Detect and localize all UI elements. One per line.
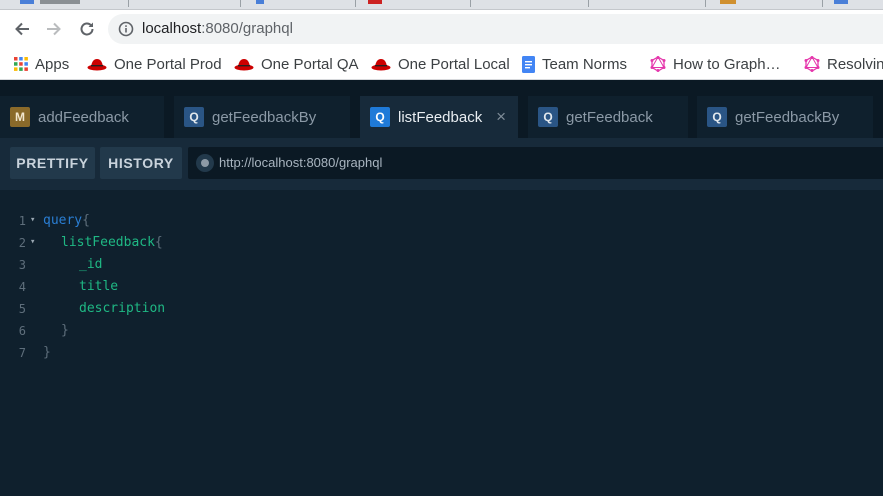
bookmark-one-portal-prod[interactable]: One Portal Prod — [87, 53, 222, 75]
brace-token: { — [82, 213, 90, 228]
brace-token: { — [154, 235, 163, 250]
browser-toolbar: localhost:8080/graphql — [0, 10, 883, 48]
bookmark-label: One Portal Local — [398, 55, 510, 73]
tab-label: addFeedback — [38, 108, 129, 126]
tab-title-fragment — [40, 0, 80, 4]
code-line: 2 ▾ listFeedback{ — [0, 233, 883, 255]
apps-grid-icon — [14, 57, 28, 71]
bookmark-label: How to Graph… — [673, 55, 781, 73]
playground-toolbar: PRETTIFY HISTORY http://localhost:8080/g… — [0, 138, 883, 190]
field-token: _id — [79, 257, 103, 272]
field-token: listFeedback — [61, 235, 155, 250]
brace-token: } — [61, 323, 69, 338]
endpoint-url: http://localhost:8080/graphql — [219, 155, 383, 170]
code-line: 6 } — [0, 321, 883, 343]
url-text: localhost:8080/graphql — [142, 20, 293, 37]
bookmarks-bar: Apps One Portal Prod One Portal QA One P… — [0, 48, 883, 80]
code-line: 7 } — [0, 343, 883, 365]
url-path: :8080/graphql — [201, 20, 293, 37]
graphql-icon — [804, 56, 820, 72]
forward-button[interactable] — [41, 16, 67, 42]
bookmark-one-portal-local[interactable]: One Portal Local — [371, 53, 510, 75]
tab-separator — [240, 0, 241, 7]
fold-arrow-icon[interactable]: ▾ — [30, 237, 35, 247]
query-badge: Q — [707, 107, 727, 127]
line-number: 6 — [18, 324, 26, 338]
bookmark-team-norms[interactable]: Team Norms — [522, 53, 627, 75]
code-line: 3 _id — [0, 255, 883, 277]
tab-favicon-fragment — [834, 0, 848, 4]
connection-status-icon — [196, 154, 214, 172]
field-token: title — [79, 279, 119, 294]
tab-label: getFeedback — [566, 108, 653, 126]
tab-favicon-fragment — [368, 0, 382, 4]
field-token: description — [79, 301, 166, 316]
code-line: 5 description — [0, 299, 883, 321]
query-badge: Q — [370, 107, 390, 127]
tab-separator — [470, 0, 471, 7]
tab-label: getFeedbackBy — [735, 108, 840, 126]
redhat-icon — [234, 59, 254, 71]
tab-favicon-fragment — [720, 0, 736, 4]
line-number: 2 — [18, 236, 26, 250]
forward-arrow-icon — [47, 22, 61, 36]
bookmark-label: One Portal Prod — [114, 55, 222, 73]
url-host: localhost — [142, 20, 202, 37]
close-tab-icon[interactable]: × — [496, 108, 506, 126]
line-number: 7 — [18, 346, 26, 360]
bookmark-apps[interactable]: Apps — [14, 53, 69, 75]
address-bar[interactable]: localhost:8080/graphql — [108, 14, 883, 44]
bookmark-label: Resolvin — [827, 55, 883, 73]
query-badge: Q — [184, 107, 204, 127]
tab-listfeedback[interactable]: Q listFeedback × — [360, 96, 518, 138]
tab-favicon-fragment — [20, 0, 34, 4]
prettify-button[interactable]: PRETTIFY — [10, 147, 95, 179]
tab-separator — [588, 0, 589, 7]
tab-favicon-fragment — [256, 0, 264, 4]
graphql-icon — [650, 56, 666, 72]
tab-separator — [705, 0, 706, 7]
bookmark-label: Team Norms — [542, 55, 628, 73]
bookmark-label: One Portal QA — [261, 55, 359, 73]
tab-getfeedbackby[interactable]: Q getFeedbackBy — [174, 96, 350, 138]
reload-icon — [80, 22, 94, 36]
endpoint-input[interactable]: http://localhost:8080/graphql — [188, 147, 883, 179]
code-line: 1 ▾ query{ — [0, 211, 883, 233]
back-arrow-icon — [15, 22, 29, 36]
tab-separator — [822, 0, 823, 7]
playground-tab-bar: M addFeedback Q getFeedbackBy Q listFeed… — [0, 80, 883, 138]
line-number: 1 — [18, 214, 26, 228]
tab-addfeedback[interactable]: M addFeedback — [0, 96, 164, 138]
bookmark-label: Apps — [35, 55, 70, 73]
info-icon[interactable] — [118, 21, 134, 37]
line-number: 5 — [18, 302, 26, 316]
browser-tab-strip — [0, 0, 883, 10]
fold-arrow-icon[interactable]: ▾ — [30, 215, 35, 225]
tab-getfeedback[interactable]: Q getFeedback — [528, 96, 688, 138]
tab-getfeedbackby-2[interactable]: Q getFeedbackBy — [697, 96, 873, 138]
redhat-icon — [371, 59, 391, 71]
mutation-badge: M — [10, 107, 30, 127]
back-button[interactable] — [9, 16, 35, 42]
reload-button[interactable] — [74, 16, 100, 42]
tab-separator — [355, 0, 356, 7]
brace-token: } — [43, 345, 51, 360]
google-docs-icon — [522, 55, 535, 73]
line-number: 3 — [18, 258, 26, 272]
tab-label: listFeedback — [398, 108, 483, 126]
tab-label: getFeedbackBy — [212, 108, 317, 126]
bookmark-one-portal-qa[interactable]: One Portal QA — [234, 53, 359, 75]
query-editor[interactable]: 1 ▾ query{ 2 ▾ listFeedback{ 3 _id 4 tit… — [0, 190, 883, 496]
query-badge: Q — [538, 107, 558, 127]
keyword-token: query — [43, 213, 83, 228]
line-number: 4 — [18, 280, 26, 294]
code-line: 4 title — [0, 277, 883, 299]
redhat-icon — [87, 59, 107, 71]
bookmark-resolvin[interactable]: Resolvin — [804, 53, 883, 75]
history-button[interactable]: HISTORY — [100, 147, 182, 179]
tab-separator — [128, 0, 129, 7]
bookmark-how-to-graphql[interactable]: How to Graph… — [650, 53, 781, 75]
